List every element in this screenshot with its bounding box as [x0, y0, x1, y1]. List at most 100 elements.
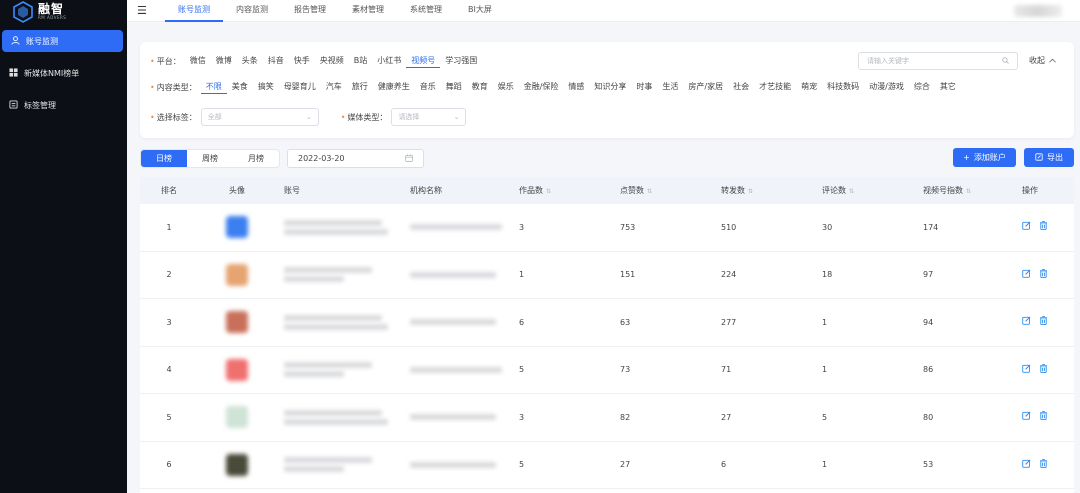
header-works[interactable]: 作品数 ⇅: [515, 185, 616, 196]
content-type-chip[interactable]: 其它: [935, 80, 961, 94]
avatar: [226, 311, 248, 334]
platform-chip[interactable]: B站: [349, 54, 373, 68]
keyword-search-input[interactable]: 请输入关键字: [858, 52, 1018, 70]
collapse-toggle[interactable]: 收起: [1029, 55, 1056, 66]
content-type-chip[interactable]: 母婴育儿: [279, 80, 321, 94]
content-type-chip[interactable]: 旅行: [347, 80, 373, 94]
platform-chip[interactable]: 视频号: [406, 54, 441, 68]
user-info[interactable]: [1014, 5, 1062, 17]
platform-chip[interactable]: 头条: [237, 54, 263, 68]
account-cell[interactable]: [276, 312, 404, 333]
table-row[interactable]: 4 5 73 71 1 86: [140, 347, 1074, 394]
content-type-chip[interactable]: 房产/家居: [683, 80, 728, 94]
sort-icon[interactable]: ⇅: [748, 188, 753, 195]
content-type-chip[interactable]: 动漫/游戏: [864, 80, 909, 94]
header-likes[interactable]: 点赞数 ⇅: [616, 185, 717, 196]
shares-cell: 510: [721, 222, 737, 232]
tab-report-manage[interactable]: 报告管理: [281, 0, 339, 22]
content-type-chip[interactable]: 娱乐: [493, 80, 519, 94]
edit-icon[interactable]: [1022, 459, 1031, 471]
delete-icon[interactable]: [1039, 411, 1048, 423]
search-placeholder: 请输入关键字: [867, 57, 909, 65]
table-row[interactable]: 3 6 63 277 1 94: [140, 299, 1074, 347]
content-type-chip[interactable]: 搞笑: [253, 80, 279, 94]
tab-bi-screen[interactable]: BI大屏: [455, 0, 505, 22]
platform-chip[interactable]: 微博: [211, 54, 237, 68]
tab-account-monitor[interactable]: 账号监测: [165, 0, 223, 22]
platform-chip[interactable]: 小红书: [372, 54, 406, 68]
tab-material-manage[interactable]: 素材管理: [339, 0, 397, 22]
content-type-chip[interactable]: 音乐: [415, 80, 441, 94]
header-index[interactable]: 视频号指数 ⇅: [919, 185, 1020, 196]
platform-chip[interactable]: 抖音: [263, 54, 289, 68]
comments-cell: 5: [822, 412, 828, 422]
sidebar-item-tag-manage[interactable]: 标签管理: [0, 94, 127, 116]
sort-icon[interactable]: ⇅: [849, 188, 854, 195]
content-type-filter-row: • 内容类型： 不限 美食 搞笑 母婴育儿 汽车 旅行 健康养生 音乐 舞蹈 教育 娱乐 金融/保险 情感…: [150, 80, 961, 94]
sort-icon[interactable]: ⇅: [647, 188, 652, 195]
delete-icon[interactable]: [1039, 268, 1048, 281]
content-type-chip[interactable]: 才艺技能: [754, 80, 796, 94]
table-row[interactable]: 6 5 27 6 1 53: [140, 442, 1074, 489]
content-type-chip[interactable]: 情感: [563, 80, 589, 94]
content-type-chip[interactable]: 时事: [631, 80, 657, 94]
export-button[interactable]: 导出: [1024, 148, 1074, 167]
sidebar-item-account-monitor[interactable]: 账号监测: [2, 30, 123, 52]
delete-icon[interactable]: [1039, 363, 1048, 376]
period-weekly[interactable]: 周榜: [187, 150, 233, 167]
content-type-chip[interactable]: 汽车: [321, 80, 347, 94]
platform-chip[interactable]: 微信: [185, 54, 211, 68]
sort-icon[interactable]: ⇅: [966, 188, 971, 195]
sort-icon[interactable]: ⇅: [546, 188, 551, 195]
content-type-chip[interactable]: 科技数码: [822, 80, 864, 94]
tag-select[interactable]: 全部 ⌄: [200, 108, 319, 126]
table-row[interactable]: 2 1 151 224 18 97: [140, 252, 1074, 299]
platform-chip[interactable]: 快手: [289, 54, 315, 68]
menu-toggle-icon[interactable]: ☰: [137, 4, 147, 17]
add-account-button[interactable]: + 添加账户: [953, 148, 1016, 167]
tab-content-monitor[interactable]: 内容监测: [223, 0, 281, 22]
content-type-chip[interactable]: 不限: [200, 80, 227, 94]
avatar: [226, 216, 248, 239]
edit-icon[interactable]: [1022, 364, 1031, 376]
header-rank: 排名: [161, 186, 177, 195]
account-cell[interactable]: [276, 454, 404, 475]
platform-chip[interactable]: 学习强国: [440, 54, 482, 68]
edit-icon[interactable]: [1022, 411, 1031, 423]
period-daily[interactable]: 日榜: [141, 150, 187, 167]
content-type-chip[interactable]: 美食: [227, 80, 253, 94]
table-row[interactable]: 1 3 753 510 30 174: [140, 204, 1074, 252]
works-cell: 3: [519, 222, 525, 232]
media-type-select[interactable]: 请选择 ⌄: [391, 108, 467, 126]
delete-icon[interactable]: [1039, 316, 1048, 328]
content-type-chip[interactable]: 综合: [909, 80, 935, 94]
works-cell: 1: [519, 270, 525, 280]
content-type-chip[interactable]: 金融/保险: [519, 80, 564, 94]
sidebar-item-nmi-ranking[interactable]: 新媒体NMI榜单: [0, 62, 127, 84]
header-shares[interactable]: 转发数 ⇅: [717, 185, 818, 196]
content-type-chip[interactable]: 舞蹈: [441, 80, 467, 94]
content-type-chip[interactable]: 萌宠: [796, 80, 822, 94]
tab-system-manage[interactable]: 系统管理: [397, 0, 455, 22]
edit-icon[interactable]: [1022, 269, 1031, 281]
date-picker[interactable]: 2022-03-20: [287, 149, 424, 168]
delete-icon[interactable]: [1039, 458, 1048, 471]
logo[interactable]: 融智 RM ADVERS: [12, 0, 66, 24]
account-cell[interactable]: [276, 359, 404, 380]
platform-chip[interactable]: 央视频: [315, 54, 349, 68]
period-monthly[interactable]: 月榜: [233, 150, 279, 167]
edit-icon[interactable]: [1022, 221, 1031, 233]
content-type-chip[interactable]: 社会: [728, 80, 754, 94]
org-cell: [404, 221, 515, 233]
edit-icon[interactable]: [1022, 316, 1031, 328]
content-type-chip[interactable]: 教育: [467, 80, 493, 94]
table-row[interactable]: 5 3 82 27 5 80: [140, 394, 1074, 442]
content-type-chip[interactable]: 生活: [657, 80, 683, 94]
header-comments[interactable]: 评论数 ⇅: [818, 185, 919, 196]
account-cell[interactable]: [276, 217, 404, 238]
account-cell[interactable]: [276, 407, 404, 428]
delete-icon[interactable]: [1039, 221, 1048, 233]
account-cell[interactable]: [276, 264, 404, 285]
content-type-chip[interactable]: 健康养生: [373, 80, 415, 94]
content-type-chip[interactable]: 知识分享: [589, 80, 631, 94]
